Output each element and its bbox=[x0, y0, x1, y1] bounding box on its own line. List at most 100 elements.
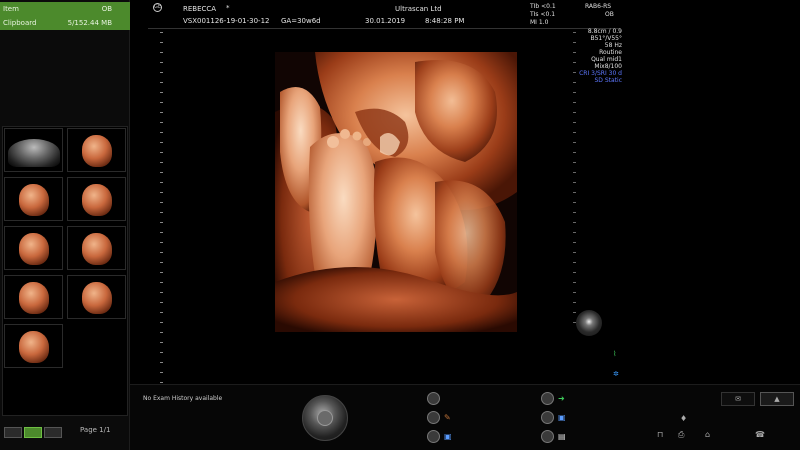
scale-tick bbox=[573, 172, 576, 173]
scale-tick bbox=[160, 252, 163, 253]
sidebar-page-button-active[interactable] bbox=[24, 427, 42, 438]
tib-index: TIb <0.1 bbox=[530, 3, 556, 10]
scale-tick bbox=[573, 202, 576, 203]
scale-tick bbox=[573, 262, 576, 263]
rotary-button[interactable] bbox=[541, 411, 554, 424]
param-angles: B51°/V55° bbox=[590, 35, 622, 42]
clipboard-thumbnail[interactable] bbox=[4, 128, 63, 172]
param-render-mode: SD Static bbox=[594, 77, 623, 84]
probe-tab[interactable]: ▲ bbox=[760, 392, 794, 406]
param-preset: Routine bbox=[599, 49, 622, 56]
scale-tick bbox=[573, 122, 576, 123]
scale-tick bbox=[160, 212, 163, 213]
usb-icon[interactable]: ⊓ bbox=[657, 430, 663, 439]
clipboard-thumbnail[interactable] bbox=[4, 275, 63, 319]
gear-icon[interactable]: ✲ bbox=[613, 370, 619, 378]
save-icon[interactable]: ▣ bbox=[558, 413, 566, 422]
scale-tick bbox=[573, 102, 576, 103]
mi-index: MI 1.0 bbox=[530, 19, 549, 26]
scale-tick bbox=[160, 222, 163, 223]
report-icon: ✉ bbox=[735, 395, 741, 403]
scale-tick bbox=[160, 162, 163, 163]
scale-tick bbox=[160, 82, 163, 83]
scale-tick bbox=[573, 32, 576, 33]
clipboard-thumbnail[interactable] bbox=[67, 177, 126, 221]
trackball-control[interactable] bbox=[302, 395, 348, 441]
clipboard-thumbnail[interactable] bbox=[4, 226, 63, 270]
fetal-3d-rendering bbox=[275, 52, 517, 332]
clipboard-thumbnails bbox=[2, 126, 128, 416]
scale-tick bbox=[160, 372, 163, 373]
save-icon[interactable]: ▣ bbox=[444, 432, 452, 441]
depth-scale-right bbox=[573, 32, 577, 332]
report-tab[interactable]: ✉ bbox=[721, 392, 755, 406]
institution-name: Ultrascan Ltd bbox=[395, 5, 442, 13]
ge-logo: GE bbox=[153, 3, 162, 12]
scale-tick bbox=[573, 232, 576, 233]
scale-tick bbox=[160, 52, 163, 53]
rotary-button[interactable] bbox=[427, 430, 440, 443]
trackball-center[interactable] bbox=[317, 410, 333, 426]
scale-tick bbox=[160, 332, 163, 333]
scale-tick bbox=[160, 282, 163, 283]
rotary-button[interactable] bbox=[541, 392, 554, 405]
render-direction-dot[interactable] bbox=[576, 310, 602, 336]
scale-tick bbox=[160, 142, 163, 143]
clipboard-thumbnail[interactable] bbox=[67, 128, 126, 172]
clipboard-thumbnail[interactable] bbox=[67, 275, 126, 319]
sidebar-row-label: Item bbox=[3, 5, 19, 13]
clipboard-thumbnail[interactable] bbox=[4, 177, 63, 221]
scale-tick bbox=[160, 292, 163, 293]
scale-tick bbox=[573, 152, 576, 153]
network-icon[interactable]: ⌂ bbox=[705, 430, 710, 439]
scale-tick bbox=[573, 112, 576, 113]
sidebar-row-clipboard[interactable]: Clipboard 5/152.44 MB bbox=[0, 16, 130, 30]
rotary-button[interactable] bbox=[541, 430, 554, 443]
scale-tick bbox=[160, 302, 163, 303]
scale-tick bbox=[573, 52, 576, 53]
scale-tick bbox=[160, 202, 163, 203]
scale-tick bbox=[573, 252, 576, 253]
scale-tick bbox=[160, 92, 163, 93]
arrow-right-icon[interactable]: ➜ bbox=[558, 394, 565, 403]
document-icon[interactable]: ▤ bbox=[558, 432, 566, 441]
scale-tick bbox=[573, 212, 576, 213]
scale-tick bbox=[573, 292, 576, 293]
scale-tick bbox=[160, 132, 163, 133]
scale-tick bbox=[160, 352, 163, 353]
tis-index: TIs <0.1 bbox=[530, 11, 556, 18]
scale-tick bbox=[160, 362, 163, 363]
scale-tick bbox=[573, 92, 576, 93]
phone-icon[interactable]: ☎ bbox=[755, 430, 765, 439]
control-bar bbox=[130, 384, 800, 450]
gestational-age: GA=30w6d bbox=[281, 17, 321, 25]
scale-tick bbox=[160, 242, 163, 243]
sidebar-page-button[interactable] bbox=[44, 427, 62, 438]
clipboard-thumbnail[interactable] bbox=[67, 226, 126, 270]
scale-tick bbox=[573, 82, 576, 83]
scale-tick bbox=[573, 132, 576, 133]
scale-tick bbox=[573, 42, 576, 43]
status-icon: ⌇ bbox=[613, 350, 617, 358]
scale-tick bbox=[160, 192, 163, 193]
rotary-button[interactable] bbox=[427, 411, 440, 424]
probe-icon: ▲ bbox=[774, 395, 780, 403]
edit-icon[interactable]: ✎ bbox=[444, 413, 451, 422]
scale-tick bbox=[160, 382, 163, 383]
exam-history-text: No Exam History available bbox=[143, 395, 223, 402]
scale-tick bbox=[573, 142, 576, 143]
scale-tick bbox=[573, 272, 576, 273]
scale-tick bbox=[160, 232, 163, 233]
scale-tick bbox=[160, 182, 163, 183]
3d-render-image[interactable] bbox=[275, 52, 517, 332]
param-frequency: 58 Hz bbox=[604, 42, 622, 49]
rotary-button[interactable] bbox=[427, 392, 440, 405]
scale-tick bbox=[160, 272, 163, 273]
scale-tick bbox=[573, 182, 576, 183]
sidebar-page-button[interactable] bbox=[4, 427, 22, 438]
clipboard-thumbnail[interactable] bbox=[4, 324, 63, 368]
scale-tick bbox=[573, 242, 576, 243]
probe-name: RAB6-RS bbox=[585, 3, 612, 10]
printer-icon[interactable]: ⎙ bbox=[678, 430, 684, 440]
sidebar-row-item[interactable]: Item OB bbox=[0, 2, 130, 16]
